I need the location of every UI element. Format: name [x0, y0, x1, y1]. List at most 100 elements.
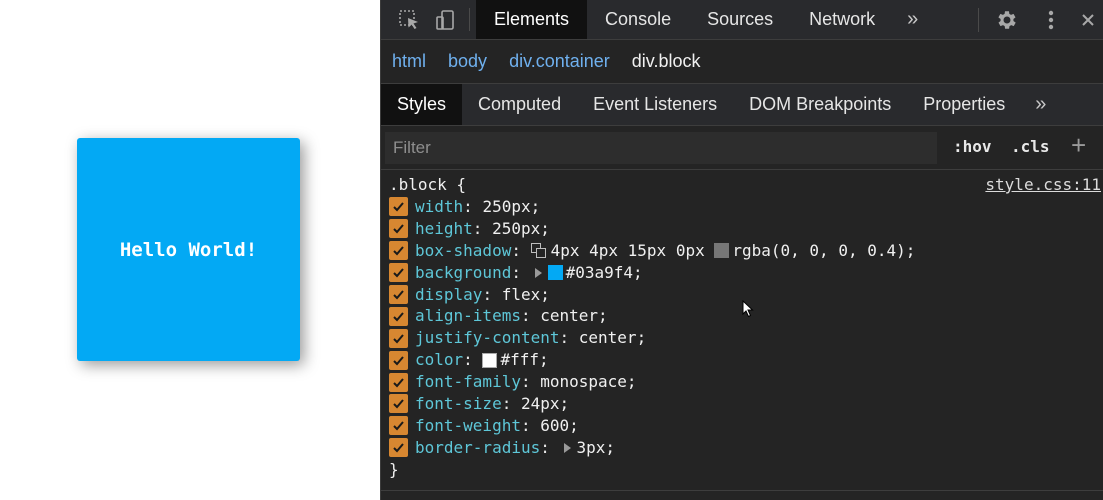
style-rule: .block { style.css:11 width: 250px; heigh… — [381, 170, 1103, 481]
declaration-checkbox[interactable] — [389, 241, 408, 261]
declaration-justify-content: justify-content: center; — [389, 327, 1103, 349]
declaration-value[interactable]: center; — [579, 327, 646, 349]
declaration-checkbox[interactable] — [389, 219, 408, 239]
inspect-element-icon[interactable] — [391, 0, 427, 39]
tab-dom-breakpoints[interactable]: DOM Breakpoints — [733, 84, 907, 125]
declaration-colon: : — [501, 394, 521, 414]
declaration-property[interactable]: font-family — [415, 371, 521, 393]
declaration-colon: : — [520, 306, 541, 326]
declaration-value[interactable]: 250px; — [492, 218, 550, 240]
declaration-value[interactable]: 24px; — [521, 393, 569, 415]
declaration-property[interactable]: color — [415, 349, 463, 371]
declaration-checkbox[interactable] — [389, 372, 408, 392]
declaration-checkbox[interactable] — [389, 438, 408, 458]
devtools-tabbar: Elements Console Sources Network » — [381, 0, 1103, 40]
declaration-colon: : — [511, 262, 531, 282]
more-subtabs-icon[interactable]: » — [1021, 84, 1060, 125]
breadcrumb-div-container[interactable]: div.container — [509, 51, 610, 72]
device-toolbar-icon[interactable] — [427, 0, 463, 39]
declaration-border-radius: border-radius: 3px; — [389, 437, 1103, 459]
breadcrumb-html[interactable]: html — [392, 51, 426, 72]
next-rule-divider — [381, 490, 1103, 491]
hello-world-block: Hello World! — [77, 138, 300, 361]
declaration-background: background: #03a9f4; — [389, 262, 1103, 284]
declaration-checkbox[interactable] — [389, 394, 408, 414]
tab-styles[interactable]: Styles — [381, 84, 463, 125]
tab-network[interactable]: Network — [791, 0, 893, 39]
declaration-colon: : — [520, 415, 541, 435]
hov-toggle[interactable]: :hov — [953, 137, 992, 156]
declaration-value[interactable]: rgba(0, 0, 0, 0.4); — [732, 240, 915, 262]
declaration-value[interactable]: #fff; — [500, 349, 548, 371]
toolbar-divider — [978, 8, 979, 32]
declaration-property[interactable]: display — [415, 284, 482, 306]
declaration-checkbox[interactable] — [389, 306, 408, 326]
color-swatch[interactable] — [714, 243, 730, 259]
cls-toggle[interactable]: .cls — [1011, 137, 1050, 156]
declaration-checkbox[interactable] — [389, 197, 408, 217]
declaration-font-family: font-family: monospace; — [389, 371, 1103, 393]
declaration-width: width: 250px; — [389, 196, 1103, 218]
declaration-property[interactable]: background — [415, 262, 511, 284]
declaration-colon: : — [559, 328, 579, 348]
breadcrumb-div-block[interactable]: div.block — [632, 51, 701, 72]
declaration-property[interactable]: width — [415, 196, 463, 218]
declaration-value[interactable]: center; — [540, 305, 607, 327]
filter-input[interactable] — [385, 131, 937, 164]
declaration-value[interactable]: 250px; — [482, 196, 540, 218]
declaration-color: color: #fff; — [389, 349, 1103, 371]
expand-triangle-icon[interactable] — [563, 442, 571, 453]
styles-filter-bar: :hov .cls + — [381, 126, 1103, 170]
more-tabs-icon[interactable]: » — [893, 0, 932, 39]
declaration-colon: : — [511, 240, 531, 260]
styles-subtabs: Styles Computed Event Listeners DOM Brea… — [381, 84, 1103, 126]
declaration-height: height: 250px; — [389, 218, 1103, 240]
mouse-cursor-icon — [742, 299, 754, 323]
tab-properties[interactable]: Properties — [907, 84, 1021, 125]
tab-sources[interactable]: Sources — [689, 0, 791, 39]
declaration-checkbox[interactable] — [389, 328, 408, 348]
declaration-value[interactable]: 600; — [540, 415, 579, 437]
kebab-menu-icon[interactable] — [1029, 9, 1073, 31]
declaration-checkbox[interactable] — [389, 263, 408, 283]
declaration-property[interactable]: height — [415, 218, 473, 240]
tab-console[interactable]: Console — [587, 0, 689, 39]
declaration-property[interactable]: align-items — [415, 305, 521, 327]
rule-closing-brace: } — [389, 459, 399, 479]
declarations-list: width: 250px; height: 250px; box-shadow: 4… — [389, 196, 1103, 459]
color-swatch[interactable] — [547, 265, 563, 281]
declaration-property[interactable]: font-weight — [415, 415, 521, 437]
declaration-value[interactable]: 3px; — [577, 437, 616, 459]
declaration-property[interactable]: justify-content — [415, 327, 560, 349]
declaration-checkbox[interactable] — [389, 350, 408, 370]
declaration-property[interactable]: box-shadow — [415, 240, 511, 262]
declaration-checkbox[interactable] — [389, 416, 408, 436]
declaration-font-weight: font-weight: 600; — [389, 415, 1103, 437]
declaration-colon: : — [463, 350, 483, 370]
declaration-colon: : — [472, 218, 493, 238]
declaration-property[interactable]: font-size — [415, 393, 502, 415]
expand-triangle-icon[interactable] — [534, 267, 542, 278]
close-icon[interactable] — [1073, 13, 1103, 27]
declaration-value[interactable]: monospace; — [540, 371, 636, 393]
source-link[interactable]: style.css:11 — [985, 174, 1101, 196]
new-rule-icon[interactable]: + — [1071, 130, 1086, 161]
tab-event-listeners[interactable]: Event Listeners — [577, 84, 733, 125]
declaration-checkbox[interactable] — [389, 285, 408, 304]
tab-computed[interactable]: Computed — [462, 84, 577, 125]
shadow-editor-icon[interactable] — [530, 242, 549, 259]
breadcrumb: html body div.container div.block — [381, 40, 1103, 84]
declaration-value[interactable]: #03a9f4; — [566, 262, 643, 284]
gear-icon[interactable] — [985, 8, 1029, 32]
breadcrumb-body[interactable]: body — [448, 51, 487, 72]
tab-elements[interactable]: Elements — [476, 0, 588, 39]
color-swatch[interactable] — [482, 352, 498, 368]
declaration-value[interactable]: flex; — [502, 284, 550, 306]
declaration-colon: : — [520, 372, 541, 392]
declaration-property[interactable]: border-radius — [415, 437, 540, 459]
devtools-panel: Elements Console Sources Network » html … — [380, 0, 1103, 500]
declaration-font-size: font-size: 24px; — [389, 393, 1103, 415]
declaration-colon: : — [540, 437, 560, 457]
declaration-value[interactable]: 4px 4px 15px 0px — [551, 240, 715, 262]
declaration-colon: : — [482, 284, 502, 304]
